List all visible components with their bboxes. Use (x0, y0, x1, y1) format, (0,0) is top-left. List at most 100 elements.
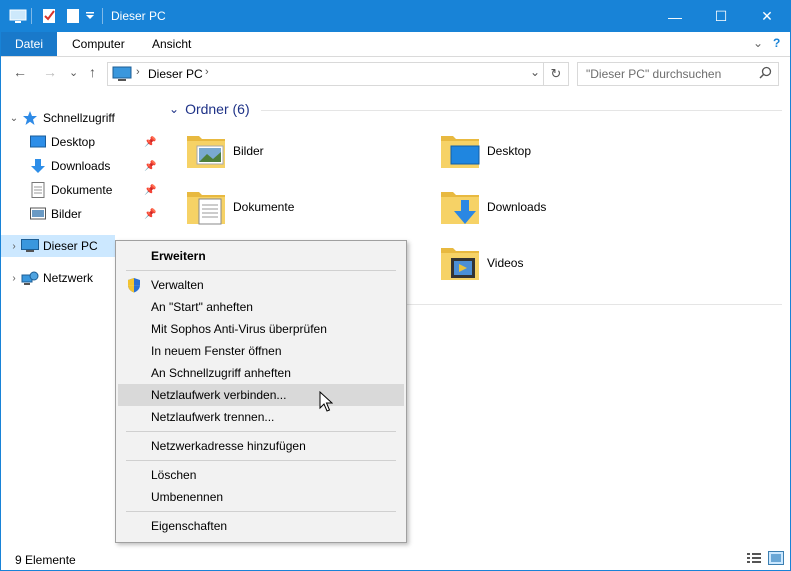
window-controls: — ☐ ✕ (652, 1, 790, 32)
explorer-window: Dieser PC — ☐ ✕ Datei Computer Ansicht ⌄… (0, 0, 791, 571)
maximize-button[interactable]: ☐ (698, 1, 744, 32)
documents-folder-icon (185, 186, 227, 228)
nav-network[interactable]: › Netzwerk (7, 267, 93, 289)
nav-label: Netzwerk (43, 271, 94, 285)
breadcrumb-dieser-pc[interactable]: Dieser PC (148, 67, 203, 81)
nav-label: Schnellzugriff (43, 111, 115, 125)
menu-item-sophos-scan[interactable]: Mit Sophos Anti-Virus überprüfen (118, 318, 404, 340)
network-icon (21, 270, 39, 286)
folder-label: Desktop (487, 144, 532, 158)
folder-desktop[interactable]: Desktop (439, 126, 669, 176)
search-box[interactable]: "Dieser PC" durchsuchen (577, 62, 779, 86)
address-dropdown-icon[interactable]: ⌄ (530, 65, 540, 79)
expand-chevron-icon[interactable]: › (7, 241, 21, 252)
status-item-count: 9 Elemente (15, 553, 76, 567)
group-header-ordner[interactable]: ⌄ Ordner (6) (169, 101, 250, 117)
qa-divider (31, 8, 32, 24)
download-arrow-icon (29, 158, 47, 174)
menu-item-erweitern[interactable]: Erweitern (118, 245, 404, 267)
tab-ansicht[interactable]: Ansicht (152, 32, 191, 56)
nav-this-pc[interactable]: › Dieser PC (1, 235, 115, 257)
folder-bilder[interactable]: Bilder (185, 126, 415, 176)
window-title: Dieser PC (111, 9, 166, 23)
breadcrumb-separator[interactable]: › (205, 66, 209, 78)
details-view-icon[interactable] (746, 551, 762, 565)
nav-item-downloads[interactable]: Downloads (29, 155, 110, 177)
menu-separator (126, 270, 396, 271)
folder-videos[interactable]: Videos (439, 238, 669, 288)
this-pc-icon (9, 9, 27, 23)
search-placeholder: "Dieser PC" durchsuchen (586, 67, 722, 81)
folder-label: Dokumente (233, 200, 295, 214)
group-divider (261, 110, 782, 111)
properties-icon[interactable] (41, 7, 57, 25)
address-row: ← → ⌄ ↑ › Dieser PC › ⌄ ↻ "Dieser PC" du… (1, 57, 790, 89)
nav-quick-access[interactable]: ⌄ Schnellzugriff (7, 107, 115, 129)
pin-icon[interactable]: 📌 (144, 137, 156, 148)
pin-icon[interactable]: 📌 (144, 209, 156, 220)
pin-icon[interactable]: 📌 (144, 185, 156, 196)
nav-label: Dieser PC (43, 239, 98, 253)
desktop-folder-icon (439, 130, 481, 172)
nav-label: Dokumente (51, 183, 113, 197)
pictures-folder-icon (185, 130, 227, 172)
qa-customize-icon[interactable] (85, 11, 95, 29)
breadcrumb-separator[interactable]: › (136, 66, 140, 78)
menu-item-umbenennen[interactable]: Umbenennen (118, 486, 404, 508)
menu-item-netzlaufwerk-trennen[interactable]: Netzlaufwerk trennen... (118, 406, 404, 428)
group-header-label: Ordner (6) (185, 101, 250, 117)
nav-item-dokumente[interactable]: Dokumente (29, 179, 112, 201)
menu-separator (126, 431, 396, 432)
expand-chevron-icon[interactable]: › (7, 273, 21, 284)
menu-item-eigenschaften[interactable]: Eigenschaften (118, 515, 404, 537)
recent-locations-button[interactable]: ⌄ (69, 66, 78, 79)
large-icons-view-icon[interactable] (768, 551, 784, 565)
mouse-cursor-icon (319, 391, 333, 412)
document-icon (29, 182, 47, 198)
menu-separator (126, 511, 396, 512)
title-bar: Dieser PC — ☐ ✕ (1, 1, 790, 32)
new-folder-icon[interactable] (65, 7, 81, 25)
this-pc-icon (112, 66, 132, 81)
videos-folder-icon (439, 242, 481, 284)
group-divider (401, 304, 782, 305)
pin-icon[interactable]: 📌 (144, 161, 156, 172)
tab-computer[interactable]: Computer (72, 32, 125, 56)
collapse-chevron-icon[interactable]: ⌄ (7, 113, 21, 124)
context-menu: Erweitern Verwalten An "Start" anheften … (115, 240, 407, 543)
view-switcher (746, 551, 784, 565)
menu-item-netzwerkadresse[interactable]: Netzwerkadresse hinzufügen (118, 435, 404, 457)
back-button[interactable]: ← (13, 64, 27, 80)
menu-item-verwalten[interactable]: Verwalten (118, 274, 404, 296)
forward-button[interactable]: → (43, 64, 57, 80)
folder-dokumente[interactable]: Dokumente (185, 182, 415, 232)
group-collapse-icon[interactable]: ⌄ (169, 102, 179, 116)
qa-divider (102, 8, 103, 24)
nav-item-desktop[interactable]: Desktop (29, 131, 95, 153)
star-icon (21, 110, 39, 126)
nav-item-bilder[interactable]: Bilder (29, 203, 82, 225)
up-button[interactable]: ↑ (89, 64, 96, 80)
pictures-icon (29, 206, 47, 222)
folder-label: Downloads (487, 200, 547, 214)
minimize-button[interactable]: — (652, 1, 698, 32)
nav-label: Desktop (51, 135, 96, 149)
shield-icon (128, 278, 140, 293)
help-icon[interactable]: ? (773, 36, 780, 50)
folder-downloads[interactable]: Downloads (439, 182, 669, 232)
menu-item-loeschen[interactable]: Löschen (118, 464, 404, 486)
ribbon-expand-icon[interactable]: ⌄ (753, 36, 763, 50)
address-bar[interactable]: › Dieser PC › ⌄ ↻ (107, 62, 569, 86)
tab-datei[interactable]: Datei (1, 32, 57, 56)
nav-label: Bilder (51, 207, 82, 221)
menu-item-neues-fenster[interactable]: In neuem Fenster öffnen (118, 340, 404, 362)
menu-item-netzlaufwerk-verbinden[interactable]: Netzlaufwerk verbinden... (118, 384, 404, 406)
refresh-button[interactable]: ↻ (543, 63, 568, 85)
folder-label: Videos (487, 256, 524, 270)
nav-label: Downloads (51, 159, 111, 173)
menu-item-schnellzugriff-anheften[interactable]: An Schnellzugriff anheften (118, 362, 404, 384)
menu-item-an-start-anheften[interactable]: An "Start" anheften (118, 296, 404, 318)
close-button[interactable]: ✕ (744, 1, 790, 32)
ribbon-tabs: Datei Computer Ansicht ⌄ ? (1, 32, 790, 57)
search-icon[interactable] (759, 66, 772, 79)
